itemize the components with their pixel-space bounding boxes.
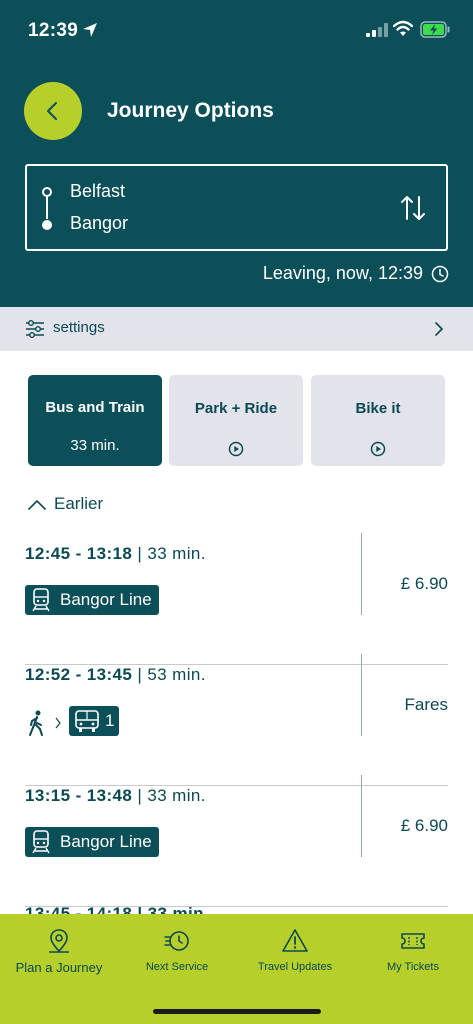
swap-direction-icon[interactable]	[400, 193, 426, 223]
ticket-icon	[401, 933, 425, 949]
page-title: Journey Options	[107, 99, 274, 122]
battery-charging-icon	[420, 21, 450, 38]
route-from[interactable]: Belfast	[70, 181, 125, 202]
leaving-label: Leaving, now, 12:39	[262, 263, 423, 283]
back-button[interactable]	[24, 82, 82, 140]
wifi-icon	[393, 20, 413, 36]
clock-icon	[431, 265, 449, 282]
bus-badge: 1	[69, 706, 120, 736]
warning-icon	[282, 929, 308, 952]
chevron-right-icon	[55, 717, 61, 729]
journey-time: 12:52 - 13:45 | 53 min.	[25, 665, 206, 684]
journey-duration: | 33 min.	[137, 786, 206, 805]
journey-row[interactable]: 12:52 - 13:45 | 53 min. 1 Fares	[0, 654, 473, 786]
tab-duration: 33 min.	[70, 437, 120, 454]
journey-price[interactable]: Fares	[405, 695, 448, 715]
play-circle-icon	[370, 441, 386, 457]
journey-price: £ 6.90	[400, 574, 448, 593]
departure-time[interactable]: Leaving, now, 12:39	[263, 263, 449, 284]
divider	[361, 775, 362, 857]
location-arrow-icon	[83, 23, 97, 37]
journey-price: £ 6.90	[400, 816, 448, 835]
cellular-signal-icon	[366, 23, 388, 37]
chevron-left-icon	[47, 102, 57, 120]
nav-label: Next Service	[145, 961, 209, 973]
nav-travel-updates[interactable]: Travel Updates	[236, 914, 354, 994]
divider	[361, 533, 362, 615]
map-pin-icon	[49, 929, 69, 953]
bus-icon	[75, 710, 99, 732]
chevron-up-icon	[28, 499, 46, 510]
home-indicator[interactable]	[153, 1009, 321, 1014]
journey-row[interactable]: 12:45 - 13:18 | 33 min. Bangor Line £ 6.…	[0, 533, 473, 665]
journey-row[interactable]: 13:15 - 13:48 | 33 min. Bangor Line £ 6.…	[0, 775, 473, 907]
train-line-badge: Bangor Line	[25, 827, 159, 857]
journey-time: 13:15 - 13:48 | 33 min.	[25, 786, 206, 805]
nav-label: Travel Updates	[257, 961, 333, 973]
nav-next-service[interactable]: Next Service	[118, 914, 236, 994]
earlier-label: Earlier	[54, 494, 104, 513]
train-icon	[32, 830, 50, 854]
settings-bar[interactable]: settings	[0, 307, 473, 351]
settings-label: settings	[53, 319, 105, 336]
journey-time: 12:45 - 13:18 | 33 min.	[25, 544, 206, 563]
chevron-right-icon	[435, 322, 443, 336]
train-icon	[32, 588, 50, 612]
earlier-button[interactable]: Earlier	[28, 494, 103, 514]
nav-label: Plan a Journey	[15, 960, 103, 975]
train-line-badge: Bangor Line	[25, 585, 159, 615]
nav-plan-journey[interactable]: Plan a Journey	[0, 914, 118, 994]
route-line-icon	[42, 187, 52, 230]
tab-label: Bike it	[355, 400, 401, 417]
tab-bike-it[interactable]: Bike it	[311, 375, 445, 466]
play-circle-icon	[228, 441, 244, 457]
tab-label: Park + Ride	[194, 400, 278, 417]
next-service-icon	[164, 931, 189, 951]
tab-label: Bus and Train	[45, 399, 145, 416]
bus-number: 1	[105, 711, 115, 730]
route-to[interactable]: Bangor	[70, 213, 128, 234]
status-time: 12:39	[28, 20, 79, 41]
nav-my-tickets[interactable]: My Tickets	[354, 914, 472, 994]
header: 12:39 Journey Options Belfast Bangor Lea…	[0, 0, 473, 307]
nav-label: My Tickets	[387, 961, 439, 973]
line-name: Bangor Line	[60, 832, 152, 851]
tab-park-and-ride[interactable]: Park + Ride	[169, 375, 303, 466]
sliders-icon	[26, 320, 44, 338]
route-selector[interactable]: Belfast Bangor	[25, 164, 448, 251]
tab-bus-and-train[interactable]: Bus and Train 33 min.	[28, 375, 162, 466]
walk-icon	[29, 710, 43, 736]
journey-duration: | 33 min.	[137, 544, 206, 563]
journey-duration: | 53 min.	[137, 665, 206, 684]
line-name: Bangor Line	[60, 590, 152, 609]
status-bar: 12:39	[0, 0, 473, 60]
divider	[361, 654, 362, 736]
bottom-nav: Plan a Journey Next Service Travel Updat…	[0, 914, 473, 1024]
